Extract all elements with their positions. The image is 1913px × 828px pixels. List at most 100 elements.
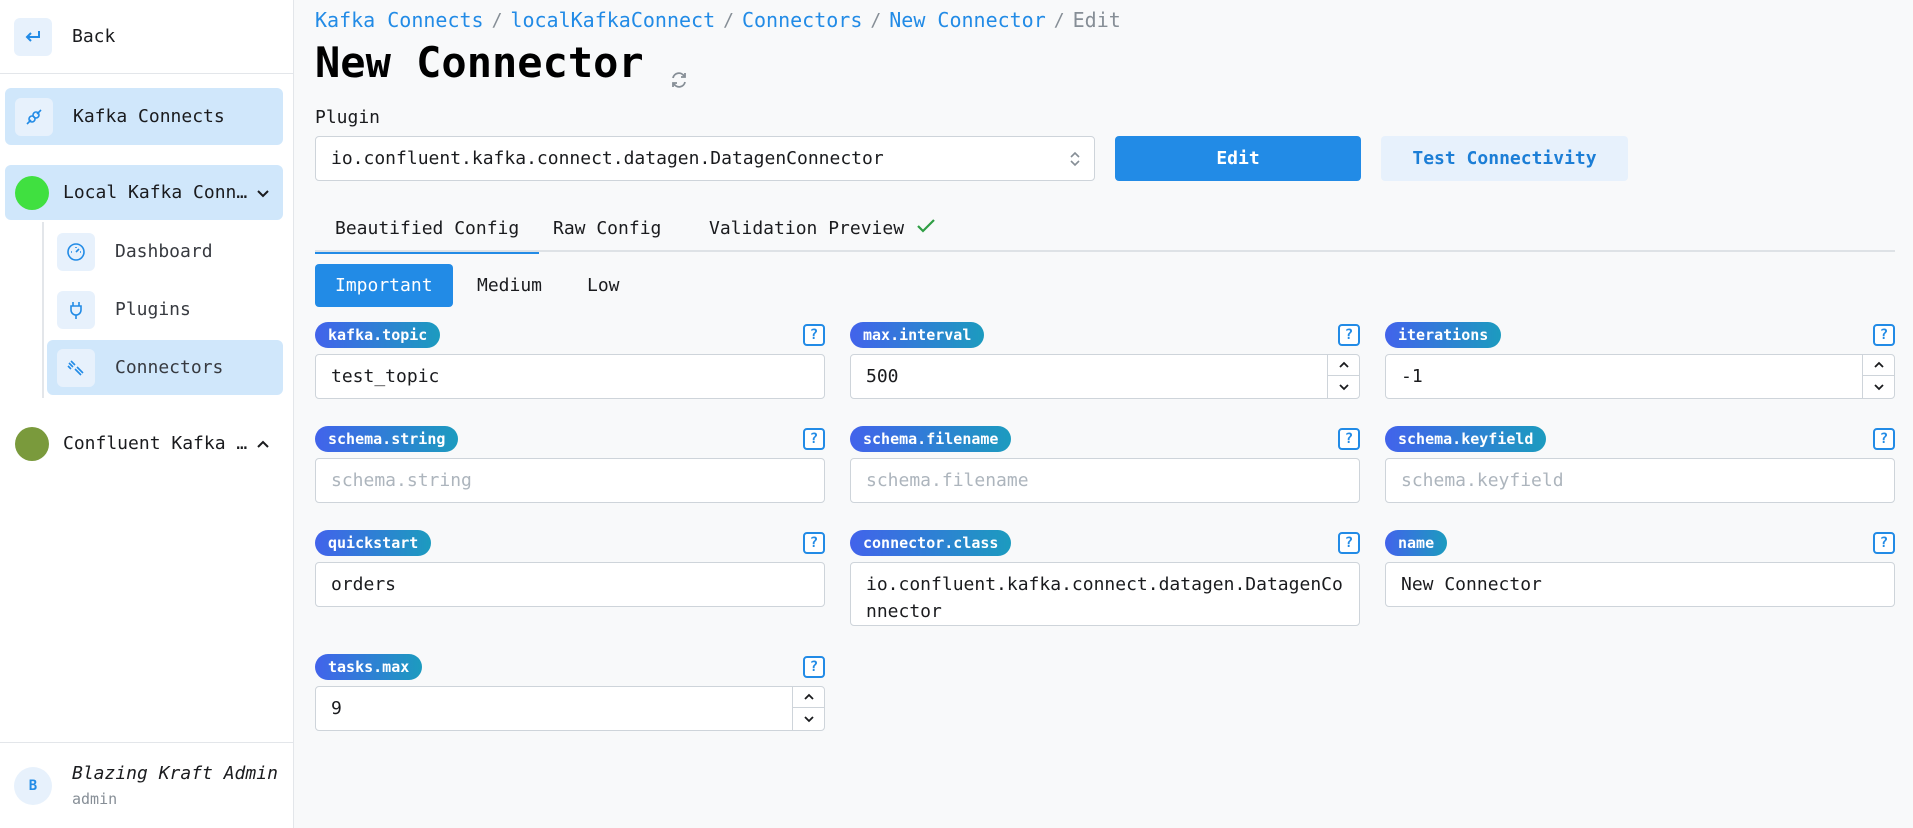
field-max-interval: max.interval ? 500 — [850, 322, 1360, 399]
page-title: New Connector — [315, 38, 690, 88]
chevron-down-icon[interactable] — [1863, 376, 1894, 397]
schema-filename-input[interactable]: schema.filename — [850, 458, 1360, 503]
input-value: 500 — [866, 366, 899, 387]
plugin-select[interactable]: io.confluent.kafka.connect.datagen.Datag… — [315, 136, 1095, 181]
importance-medium[interactable]: Medium — [457, 264, 562, 307]
chevron-down-icon[interactable] — [793, 708, 824, 729]
plug-icon — [57, 290, 95, 329]
avatar: B — [14, 766, 52, 805]
field-badge: schema.keyfield — [1385, 426, 1547, 452]
sidebar-connect-label: Confluent Kafka Connect — [63, 433, 253, 454]
edit-button[interactable]: Edit — [1115, 136, 1361, 181]
field-badge: max.interval — [850, 322, 985, 348]
dashboard-icon — [57, 232, 95, 271]
sidebar-item-label: Kafka Connects — [73, 106, 225, 127]
input-value: 9 — [331, 698, 342, 719]
breadcrumb-local-kafka-connect[interactable]: localKafkaConnect — [510, 8, 715, 32]
breadcrumb: Kafka Connects / localKafkaConnect / Con… — [315, 8, 1121, 32]
chevron-up-icon[interactable] — [793, 687, 824, 708]
tab-label: Validation Preview — [709, 217, 905, 239]
refresh-icon[interactable] — [668, 52, 690, 88]
field-quickstart: quickstart ? orders — [315, 530, 825, 607]
field-badge: connector.class — [850, 530, 1012, 556]
quickstart-input[interactable]: orders — [315, 562, 825, 607]
test-connectivity-button[interactable]: Test Connectivity — [1381, 136, 1628, 181]
help-icon[interactable]: ? — [803, 656, 825, 678]
iterations-input[interactable]: -1 — [1385, 354, 1895, 399]
sidebar-connect-confluent[interactable]: Confluent Kafka Connect — [5, 416, 283, 471]
breadcrumb-current: Edit — [1072, 8, 1121, 32]
sidebar-item-label: Dashboard — [115, 241, 213, 262]
sidebar-connect-local[interactable]: Local Kafka Connect — [5, 165, 283, 220]
schema-string-input[interactable]: schema.string — [315, 458, 825, 503]
sidebar-item-connectors[interactable]: Connectors — [47, 340, 283, 395]
schema-keyfield-input[interactable]: schema.keyfield — [1385, 458, 1895, 503]
tab-validation-preview[interactable]: Validation Preview — [689, 204, 956, 252]
help-icon[interactable]: ? — [803, 532, 825, 554]
back-label: Back — [72, 26, 116, 47]
plugin-select-value: io.confluent.kafka.connect.datagen.Datag… — [331, 148, 884, 169]
breadcrumb-kafka-connects[interactable]: Kafka Connects — [315, 8, 484, 32]
number-stepper — [1327, 355, 1359, 398]
selector-icon — [1068, 149, 1082, 174]
user-role: admin — [72, 790, 118, 808]
breadcrumb-separator: / — [870, 9, 882, 31]
page-title-text: New Connector — [315, 38, 644, 87]
tab-label: Beautified Config — [335, 217, 520, 239]
chevron-down-icon[interactable] — [1328, 376, 1359, 397]
tasks-max-input[interactable]: 9 — [315, 686, 825, 731]
sidebar-item-dashboard[interactable]: Dashboard — [47, 224, 283, 279]
help-icon[interactable]: ? — [1338, 532, 1360, 554]
status-dot — [15, 175, 49, 210]
arrow-back-icon — [14, 17, 52, 56]
number-stepper — [1862, 355, 1894, 398]
sidebar-item-label: Connectors — [115, 357, 224, 378]
chevron-up-icon[interactable] — [1328, 355, 1359, 376]
breadcrumb-connectors[interactable]: Connectors — [742, 8, 862, 32]
field-connector-class: connector.class ? io.confluent.kafka.con… — [850, 530, 1360, 626]
tab-raw-config[interactable]: Raw Config — [533, 204, 681, 252]
connector-class-input[interactable]: io.confluent.kafka.connect.datagen.Datag… — [850, 562, 1360, 626]
help-icon[interactable]: ? — [1338, 428, 1360, 450]
check-icon — [916, 218, 936, 239]
sidebar-connect-label: Local Kafka Connect — [63, 182, 253, 203]
help-icon[interactable]: ? — [803, 428, 825, 450]
importance-low[interactable]: Low — [567, 264, 640, 307]
help-icon[interactable]: ? — [803, 324, 825, 346]
field-badge: kafka.topic — [315, 322, 441, 348]
help-icon[interactable]: ? — [1873, 324, 1895, 346]
connectors-icon — [57, 348, 95, 387]
sidebar: Back Kafka Connects Local Kafka Connect … — [0, 0, 294, 828]
field-tasks-max: tasks.max ? 9 — [315, 654, 825, 731]
field-iterations: iterations ? -1 — [1385, 322, 1895, 399]
subtree-line — [42, 222, 44, 398]
user-menu[interactable]: B Blazing Kraft Admin admin — [0, 742, 294, 828]
breadcrumb-new-connector[interactable]: New Connector — [889, 8, 1046, 32]
chevron-up-icon[interactable] — [253, 434, 273, 454]
field-badge: tasks.max — [315, 654, 423, 680]
chevron-up-icon[interactable] — [1863, 355, 1894, 376]
importance-important[interactable]: Important — [315, 264, 453, 307]
field-badge: name — [1385, 530, 1448, 556]
chevron-down-icon[interactable] — [253, 183, 273, 203]
user-name: Blazing Kraft Admin — [72, 763, 278, 784]
sidebar-item-plugins[interactable]: Plugins — [47, 282, 283, 337]
status-dot — [15, 426, 49, 461]
field-badge: schema.filename — [850, 426, 1012, 452]
config-tabs: Beautified Config Raw Config Validation … — [315, 204, 1895, 254]
kafka-topic-input[interactable]: test_topic — [315, 354, 825, 399]
input-value: -1 — [1401, 366, 1423, 387]
field-schema-string: schema.string ? schema.string — [315, 426, 825, 503]
tab-label: Raw Config — [553, 217, 662, 239]
help-icon[interactable]: ? — [1338, 324, 1360, 346]
max-interval-input[interactable]: 500 — [850, 354, 1360, 399]
tab-beautified-config[interactable]: Beautified Config — [315, 204, 540, 254]
sidebar-item-kafka-connects[interactable]: Kafka Connects — [5, 88, 283, 145]
help-icon[interactable]: ? — [1873, 428, 1895, 450]
field-name: name ? New Connector — [1385, 530, 1895, 607]
field-badge: quickstart — [315, 530, 432, 556]
name-input[interactable]: New Connector — [1385, 562, 1895, 607]
back-button[interactable]: Back — [0, 0, 294, 74]
help-icon[interactable]: ? — [1873, 532, 1895, 554]
breadcrumb-separator: / — [491, 9, 503, 31]
